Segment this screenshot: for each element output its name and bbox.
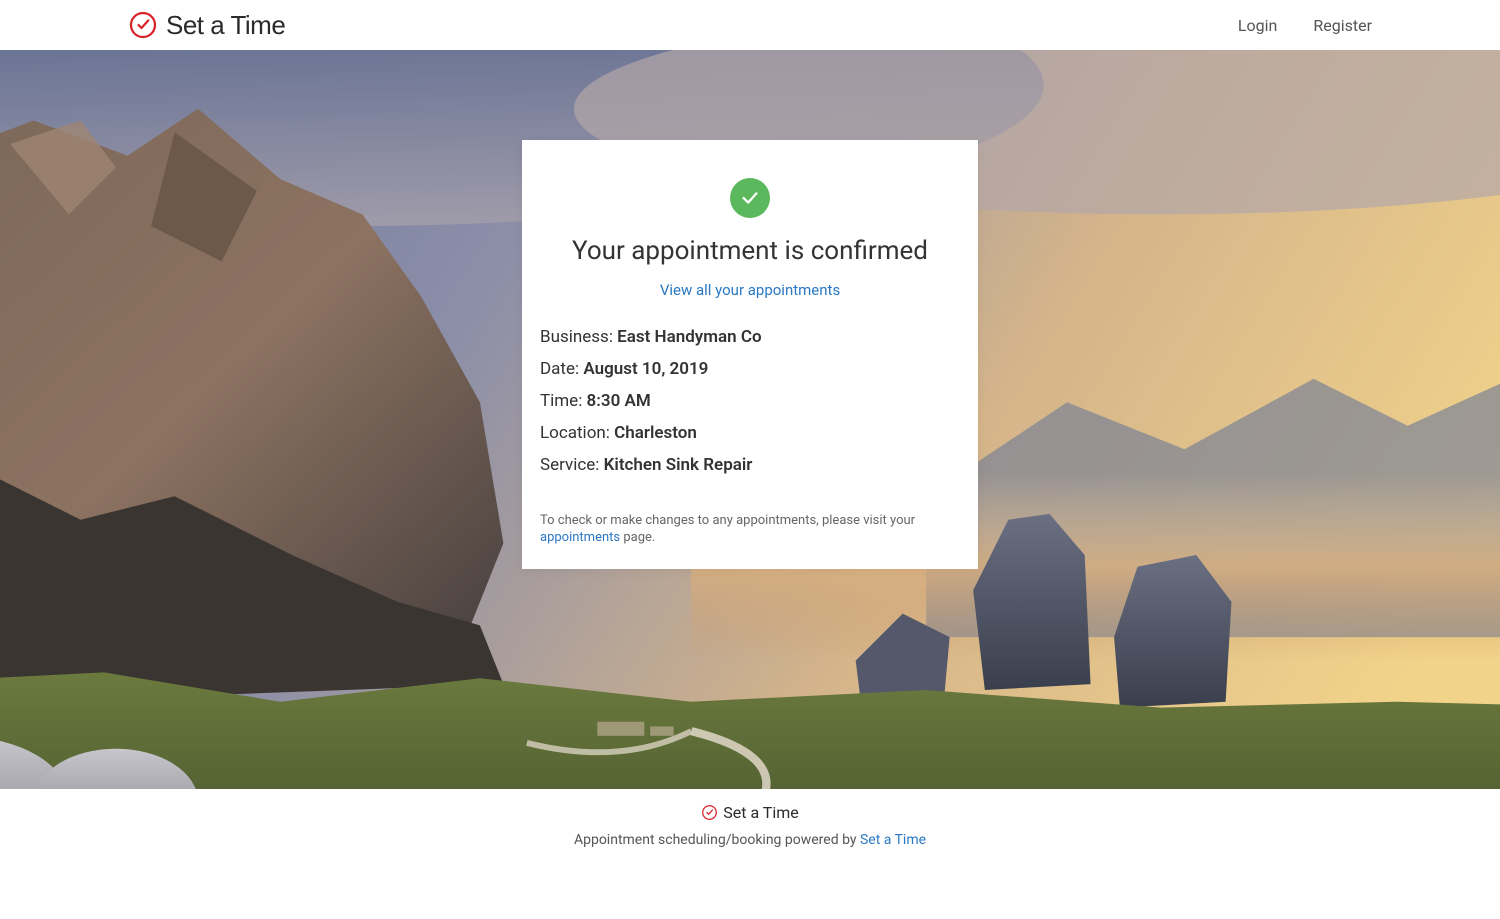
success-check-icon xyxy=(730,178,770,218)
detail-time: Time: 8:30 AM xyxy=(540,391,960,411)
label: Date: xyxy=(540,359,583,379)
appointment-details: Business: East Handyman Co Date: August … xyxy=(540,327,960,475)
hero-background: Your appointment is confirmed View all y… xyxy=(0,50,1500,919)
footer-text: Appointment scheduling/booking powered b… xyxy=(0,832,1500,848)
clock-check-icon xyxy=(128,10,158,40)
detail-business: Business: East Handyman Co xyxy=(540,327,960,347)
brand-logo[interactable]: Set a Time xyxy=(128,10,285,41)
note-pre: To check or make changes to any appointm… xyxy=(540,513,915,528)
header: Set a Time Login Register xyxy=(0,0,1500,50)
value: Charleston xyxy=(614,423,697,443)
value: 8:30 AM xyxy=(587,391,651,411)
detail-service: Service: Kitchen Sink Repair xyxy=(540,455,960,475)
detail-date: Date: August 10, 2019 xyxy=(540,359,960,379)
appointments-page-link[interactable]: appointments xyxy=(540,530,620,545)
clock-check-icon xyxy=(701,804,718,821)
footer-text-pre: Appointment scheduling/booking powered b… xyxy=(574,832,860,848)
register-link[interactable]: Register xyxy=(1313,16,1372,35)
label: Time: xyxy=(540,391,587,411)
label: Service: xyxy=(540,455,604,475)
brand-name: Set a Time xyxy=(166,10,285,41)
nav: Login Register xyxy=(1238,16,1372,35)
footer-brand-link[interactable]: Set a Time xyxy=(860,832,926,848)
note-post: page. xyxy=(620,530,655,545)
footer-brand-name: Set a Time xyxy=(723,803,799,822)
label: Business: xyxy=(540,327,617,347)
value: Kitchen Sink Repair xyxy=(604,455,753,475)
value: August 10, 2019 xyxy=(583,359,708,379)
value: East Handyman Co xyxy=(617,327,761,347)
note-text: To check or make changes to any appointm… xyxy=(540,513,960,547)
label: Location: xyxy=(540,423,614,443)
footer: Set a Time Appointment scheduling/bookin… xyxy=(0,789,1500,919)
login-link[interactable]: Login xyxy=(1238,16,1277,35)
footer-logo[interactable]: Set a Time xyxy=(701,803,799,822)
detail-location: Location: Charleston xyxy=(540,423,960,443)
confirmation-card: Your appointment is confirmed View all y… xyxy=(522,140,978,569)
view-appointments-link[interactable]: View all your appointments xyxy=(660,281,840,299)
confirmation-title: Your appointment is confirmed xyxy=(540,236,960,266)
